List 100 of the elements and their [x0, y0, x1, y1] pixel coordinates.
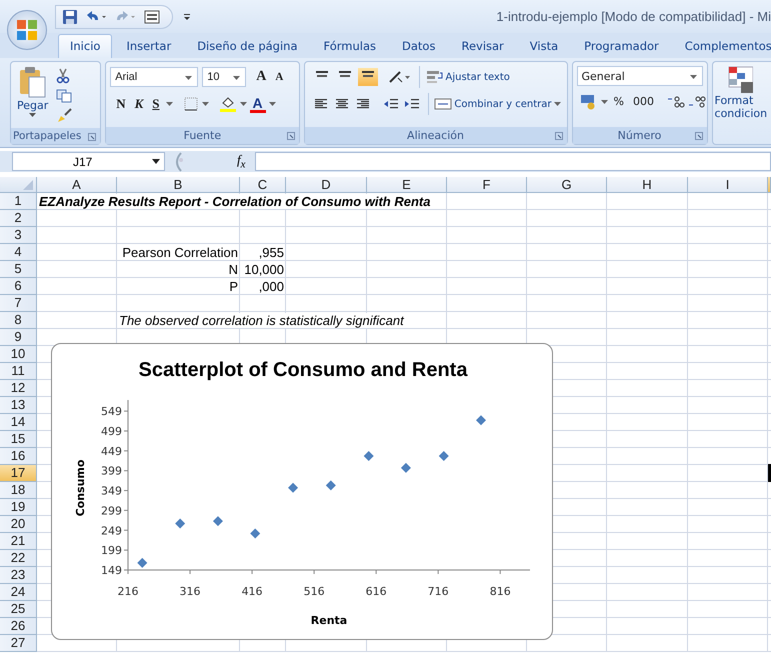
orientation-icon[interactable]	[388, 70, 412, 84]
row-header[interactable]: 17	[0, 465, 37, 482]
percent-button[interactable]: %	[610, 93, 627, 111]
row-header[interactable]: 3	[0, 227, 37, 244]
row-header[interactable]: 8	[0, 312, 37, 329]
font-color-button[interactable]: A	[250, 96, 266, 112]
row-header[interactable]: 1	[0, 193, 37, 210]
column-header[interactable]: D	[286, 177, 367, 193]
thousands-button[interactable]: 000	[630, 93, 657, 111]
row-header[interactable]: 20	[0, 516, 37, 533]
dialog-launcher-icon[interactable]	[554, 132, 563, 140]
row-header[interactable]: 26	[0, 618, 37, 635]
font-size-field[interactable]: 10	[202, 67, 246, 87]
decrease-indent-icon[interactable]	[382, 97, 400, 111]
save-icon[interactable]	[62, 8, 78, 24]
scatter-chart[interactable]: Scatterplot of Consumo and Renta 149 199 249 299 349 399 449 499 549 216 316 416 516 616 716 816 Renta Consumo	[51, 343, 553, 640]
tick-label: 416	[242, 585, 263, 598]
dialog-launcher-icon[interactable]	[88, 133, 96, 141]
column-header[interactable]: E	[367, 177, 447, 193]
row-header[interactable]: 5	[0, 261, 37, 278]
ribbon-tab[interactable]: Datos	[390, 34, 448, 58]
italic-button[interactable]: K	[132, 95, 146, 113]
insert-function-button[interactable]: f$_{x}$	[237, 152, 253, 171]
ribbon-tab[interactable]: Revisar	[449, 34, 516, 58]
cut-icon[interactable]	[56, 68, 70, 84]
column-header[interactable]: H	[607, 177, 688, 193]
ribbon-tab[interactable]: Programador	[572, 34, 671, 58]
caret-icon[interactable]	[268, 102, 276, 106]
column-header[interactable]: I	[688, 177, 768, 193]
underline-button[interactable]: S	[149, 95, 163, 113]
row-header[interactable]: 7	[0, 295, 37, 312]
column-header[interactable]: A	[37, 177, 117, 193]
row-header[interactable]: 2	[0, 210, 37, 227]
row-header[interactable]: 12	[0, 380, 37, 397]
caret-icon[interactable]	[166, 102, 173, 106]
shrink-font-button[interactable]: A	[272, 68, 286, 86]
caret-icon	[29, 113, 36, 117]
office-button[interactable]	[7, 10, 47, 50]
brush-icon[interactable]	[56, 108, 72, 124]
cell-text: 10,000	[244, 262, 284, 276]
row-header[interactable]: 24	[0, 584, 37, 601]
form-icon[interactable]	[144, 10, 160, 24]
ribbon-tab[interactable]: Diseño de página	[185, 34, 310, 58]
fill-color-icon[interactable]	[218, 95, 237, 113]
dialog-launcher-icon[interactable]	[694, 132, 703, 140]
ribbon-tab[interactable]: Vista	[518, 34, 570, 58]
font-name-field[interactable]: Arial	[110, 67, 198, 87]
row-header[interactable]: 9	[0, 329, 37, 346]
row-header[interactable]: 25	[0, 601, 37, 618]
row-header[interactable]: 21	[0, 533, 37, 550]
row-header[interactable]: 6	[0, 278, 37, 295]
group-label: Fuente	[184, 129, 222, 142]
copy-icon[interactable]	[56, 89, 72, 103]
ribbon-tab[interactable]: Fórmulas	[312, 34, 388, 58]
window-title: 1-introdu-ejemplo [Modo de compatibilidad] - Mi	[496, 9, 771, 24]
row-header[interactable]: 13	[0, 397, 37, 414]
merge-center-button[interactable]: Combinar y centrar	[432, 97, 563, 111]
row-header[interactable]: 10	[0, 346, 37, 363]
column-header[interactable]: F	[447, 177, 527, 193]
tick-label: 816	[490, 585, 511, 598]
increase-indent-icon[interactable]	[402, 97, 421, 111]
column-header[interactable]: C	[240, 177, 286, 193]
dialog-launcher-icon[interactable]	[286, 132, 295, 140]
cell-text: Pearson Correlation	[122, 244, 238, 260]
bold-button[interactable]: N	[113, 95, 129, 113]
increase-decimal-icon[interactable]	[666, 95, 685, 109]
ribbon-tab[interactable]: Insertar	[114, 34, 184, 58]
tick-label: 399	[101, 464, 122, 478]
row-header[interactable]: 27	[0, 635, 37, 652]
row-header[interactable]: 19	[0, 499, 37, 516]
row-header[interactable]: 16	[0, 448, 37, 465]
wrap-text-button[interactable]: Ajustar texto	[424, 70, 512, 84]
vertical-align-button[interactable]	[358, 68, 378, 86]
row-header[interactable]: 18	[0, 482, 37, 499]
cell-text: EZAnalyze Results Report - Correlation of Consumo with Renta	[39, 194, 430, 208]
row-header[interactable]: 11	[0, 363, 37, 380]
borders-icon[interactable]	[182, 96, 199, 112]
ribbon-tab[interactable]: Complementos	[672, 34, 771, 58]
column-header[interactable]: B	[117, 177, 240, 193]
formula-field[interactable]	[255, 152, 771, 171]
row-header[interactable]: 4	[0, 244, 37, 261]
customize-icon[interactable]	[183, 12, 191, 20]
grow-font-button[interactable]: A	[253, 68, 270, 86]
row-header[interactable]: 14	[0, 414, 37, 431]
caret-icon[interactable]	[202, 102, 209, 106]
row-header[interactable]: 22	[0, 550, 37, 567]
tick-label: 149	[101, 564, 122, 577]
name-box[interactable]: J17	[12, 152, 165, 171]
caret-icon[interactable]	[600, 100, 608, 104]
row-header[interactable]: 23	[0, 567, 37, 584]
ribbon-tab[interactable]: Inicio	[58, 34, 112, 58]
decrease-decimal-icon[interactable]	[688, 95, 706, 109]
corner-triangle-icon	[23, 180, 33, 190]
tick-label: 716	[428, 585, 449, 598]
column-header[interactable]: G	[527, 177, 607, 193]
number-format-field[interactable]: General	[576, 66, 703, 86]
row-header[interactable]: 15	[0, 431, 37, 448]
align-lines-icon	[360, 71, 375, 77]
caret-icon[interactable]	[240, 102, 247, 106]
paste-button[interactable]: Pegar	[15, 66, 50, 117]
